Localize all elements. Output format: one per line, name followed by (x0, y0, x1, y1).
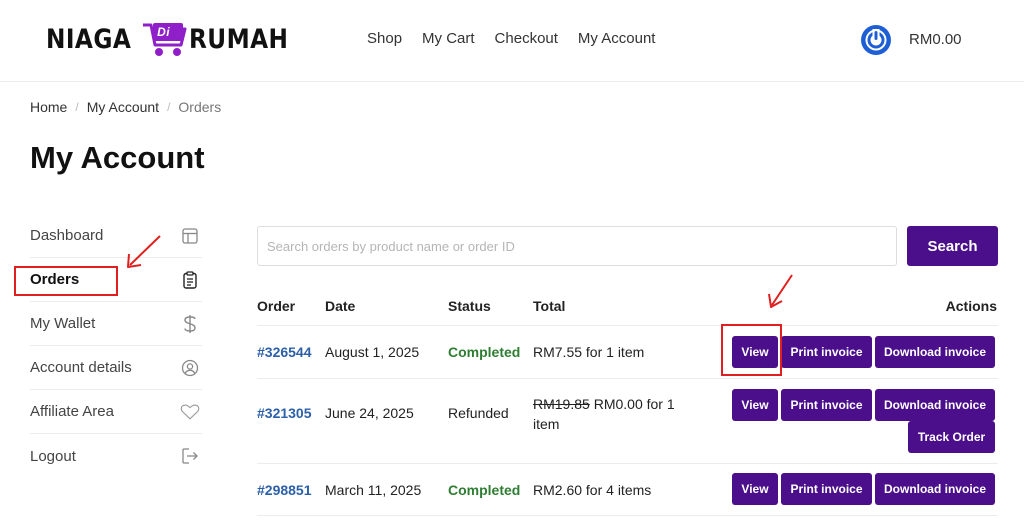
sidebar-item-affiliate-area[interactable]: Affiliate Area (30, 390, 202, 434)
print-invoice-button[interactable]: Print invoice (781, 389, 872, 421)
logo-text-rumah: RUMAH (189, 23, 289, 55)
order-status: Refunded (448, 405, 509, 421)
sidebar-item-label: Logout (30, 447, 76, 465)
annotation-highlight-orders (14, 266, 118, 296)
orders-table: Order Date Status Total Actions #326544 … (257, 288, 998, 516)
nav-my-account[interactable]: My Account (578, 30, 656, 47)
page-title: My Account (30, 140, 205, 175)
annotation-highlight-view (721, 324, 782, 376)
order-status: Completed (448, 482, 521, 498)
breadcrumb-current: Orders (178, 99, 222, 115)
nav-checkout[interactable]: Checkout (495, 30, 558, 47)
heart-icon (180, 402, 200, 422)
view-order-button[interactable]: View (732, 473, 778, 505)
order-number-link[interactable]: #298851 (257, 482, 312, 498)
print-invoice-button[interactable]: Print invoice (781, 473, 872, 505)
sidebar-item-label: Affiliate Area (30, 403, 114, 420)
print-invoice-button[interactable]: Print invoice (781, 336, 872, 368)
order-date: August 1, 2025 (325, 344, 420, 360)
breadcrumb-home[interactable]: Home (30, 99, 67, 115)
column-header-total: Total (533, 298, 566, 314)
sidebar-item-logout[interactable]: Logout (30, 434, 202, 478)
layout-icon (180, 226, 200, 246)
logout-icon (180, 446, 200, 466)
column-header-date: Date (325, 298, 356, 314)
breadcrumb-separator: / (167, 100, 171, 114)
site-logo[interactable]: NIAGA Di RUMAH (46, 18, 305, 60)
breadcrumb-separator: / (75, 100, 79, 114)
logo-text-di: Di (157, 25, 171, 39)
order-status: Completed (448, 344, 521, 360)
track-order-button[interactable]: Track Order (908, 421, 995, 453)
account-sidebar: Dashboard Orders My Wallet Account detai… (14, 214, 202, 478)
nav-shop[interactable]: Shop (367, 30, 402, 47)
sidebar-item-account-details[interactable]: Account details (30, 346, 202, 390)
orders-table-header: Order Date Status Total Actions (257, 288, 998, 326)
column-header-actions: Actions (945, 298, 997, 314)
main-nav: Shop My Cart Checkout My Account (367, 30, 675, 47)
view-order-button[interactable]: View (732, 389, 778, 421)
site-header: NIAGA Di RUMAH Shop My Cart Checkout My … (0, 0, 1024, 82)
table-row: #321305 June 24, 2025 Refunded RM19.85 R… (257, 379, 998, 464)
sidebar-item-orders[interactable]: Orders (14, 258, 202, 302)
download-invoice-button[interactable]: Download invoice (875, 389, 995, 421)
annotation-arrow-view (768, 274, 793, 308)
column-header-order: Order (257, 298, 296, 314)
breadcrumb-my-account[interactable]: My Account (87, 99, 159, 115)
download-invoice-button[interactable]: Download invoice (875, 473, 995, 505)
user-circle-icon (180, 358, 200, 378)
download-invoice-button[interactable]: Download invoice (875, 336, 995, 368)
order-number-link[interactable]: #326544 (257, 344, 312, 360)
nav-my-cart[interactable]: My Cart (422, 30, 475, 47)
clipboard-icon (180, 270, 200, 290)
logo-text-niaga: NIAGA (46, 23, 132, 55)
cart-total[interactable]: RM0.00 (909, 31, 962, 48)
column-header-status: Status (448, 298, 491, 314)
order-total: RM19.85 RM0.00 for 1 item (533, 394, 678, 434)
order-total: RM7.55 for 1 item (533, 344, 645, 360)
logo-cart-icon: Di (141, 19, 193, 59)
user-icon[interactable] (860, 24, 892, 56)
sidebar-item-dashboard[interactable]: Dashboard (30, 214, 202, 258)
dollar-icon (180, 314, 200, 334)
order-number-link[interactable]: #321305 (257, 405, 312, 421)
table-row: #326544 August 1, 2025 Completed RM7.55 … (257, 326, 998, 379)
breadcrumb: Home / My Account / Orders (30, 99, 221, 115)
search-button[interactable]: Search (907, 226, 998, 266)
sidebar-item-label: My Wallet (30, 315, 96, 332)
sidebar-item-label: Account details (30, 359, 132, 376)
order-date: March 11, 2025 (325, 482, 422, 498)
table-row: #298851 March 11, 2025 Completed RM2.60 … (257, 464, 998, 516)
annotation-arrow-orders (127, 235, 161, 268)
search-input[interactable] (257, 226, 897, 266)
sidebar-item-my-wallet[interactable]: My Wallet (30, 302, 202, 346)
order-total-original: RM19.85 (533, 396, 590, 412)
order-date: June 24, 2025 (325, 405, 414, 421)
order-total: RM2.60 for 4 items (533, 482, 652, 498)
